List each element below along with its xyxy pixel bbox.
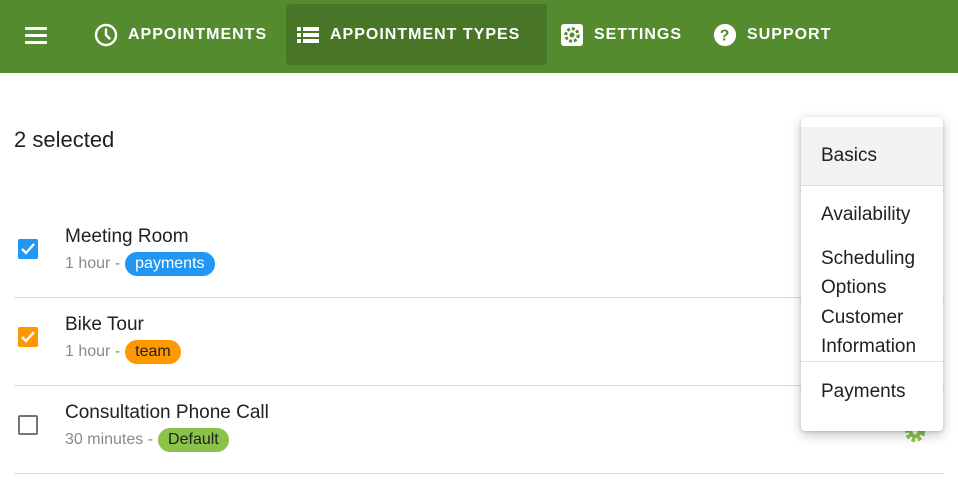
appointment-type-name: Consultation Phone Call xyxy=(65,402,269,423)
duration-text: 1 hour - xyxy=(65,255,121,272)
nav-appointment-types[interactable]: APPOINTMENT TYPES xyxy=(286,4,547,65)
top-app-bar: APPOINTMENTS APPOINTMENT TYPES SETTINGS … xyxy=(0,0,958,73)
nav-support-label: SUPPORT xyxy=(747,25,832,43)
appointment-type-meta: 1 hour - payments xyxy=(65,252,215,276)
nav-settings-label: SETTINGS xyxy=(594,25,683,43)
selection-count: 2 selected xyxy=(14,127,115,152)
duration-text: 30 minutes - xyxy=(65,431,154,448)
row-checkbox[interactable] xyxy=(18,415,38,435)
nav-support[interactable]: ? SUPPORT xyxy=(703,4,841,65)
list-icon xyxy=(296,23,320,47)
menu-item-payments[interactable]: Payments xyxy=(801,377,943,406)
nav-settings[interactable]: SETTINGS xyxy=(550,4,692,65)
menu-item-availability[interactable]: Availability xyxy=(801,200,943,229)
menu-button[interactable] xyxy=(22,24,54,48)
settings-dropdown-menu: Basics Availability Scheduling Options C… xyxy=(801,117,943,431)
menu-item-customer-information[interactable]: Customer Information xyxy=(801,303,943,361)
help-icon: ? xyxy=(713,23,737,47)
hamburger-icon xyxy=(25,27,47,30)
appointment-type-meta: 30 minutes - Default xyxy=(65,428,229,452)
menu-divider xyxy=(801,185,943,186)
appointment-type-meta: 1 hour - team xyxy=(65,340,181,364)
tag-badge: team xyxy=(125,340,181,364)
check-icon xyxy=(21,243,35,255)
tag-badge: payments xyxy=(125,252,215,276)
nav-appointments[interactable]: APPOINTMENTS xyxy=(84,4,277,65)
clock-icon xyxy=(94,23,118,47)
hamburger-icon-line xyxy=(25,34,47,37)
appointment-type-name: Meeting Room xyxy=(65,226,189,247)
menu-item-basics[interactable]: Basics xyxy=(801,127,943,185)
nav-appointments-label: APPOINTMENTS xyxy=(128,25,268,43)
tag-badge: Default xyxy=(158,428,229,452)
menu-item-scheduling-options[interactable]: Scheduling Options xyxy=(801,244,943,302)
menu-item-label: Customer xyxy=(821,307,904,328)
menu-item-label: Options xyxy=(821,277,887,298)
menu-divider xyxy=(801,361,943,362)
check-icon xyxy=(21,331,35,343)
settings-icon xyxy=(560,23,584,47)
row-checkbox[interactable] xyxy=(18,239,38,259)
svg-text:?: ? xyxy=(720,27,731,44)
hamburger-icon-line xyxy=(25,41,47,44)
menu-item-label: Scheduling xyxy=(821,248,916,269)
menu-item-label: Information xyxy=(821,336,917,357)
duration-text: 1 hour - xyxy=(65,343,121,360)
row-checkbox[interactable] xyxy=(18,327,38,347)
nav-appointment-types-label: APPOINTMENT TYPES xyxy=(330,25,521,43)
appointment-type-name: Bike Tour xyxy=(65,314,144,335)
